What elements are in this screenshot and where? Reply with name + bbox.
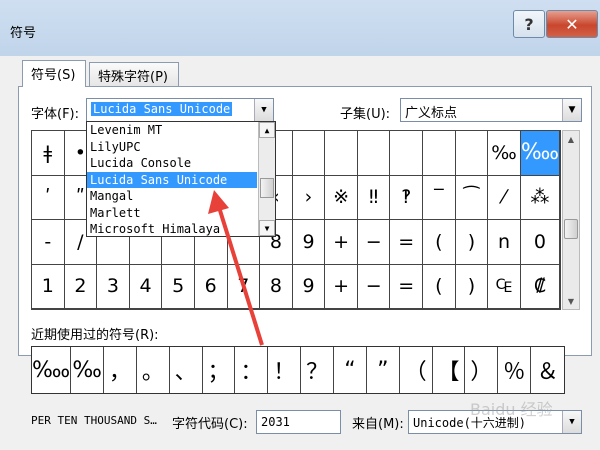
symbol-cell[interactable]: ₠ — [488, 264, 521, 309]
symbol-cell[interactable] — [325, 131, 358, 176]
symbol-cell[interactable]: 2 — [64, 264, 98, 309]
symbol-cell[interactable]: ₡ — [520, 264, 560, 309]
tab-special-characters[interactable]: 特殊字符(P) — [89, 62, 179, 87]
font-option[interactable]: Lucida Console — [87, 155, 257, 172]
symbol-cell[interactable]: ⁂ — [520, 175, 560, 220]
recent-symbols-label: 近期使用过的符号(R): — [31, 328, 159, 343]
symbol-grid-scrollbar[interactable]: ▲ ▼ — [562, 130, 580, 310]
character-name: PER TEN THOUSAND S… — [31, 414, 157, 427]
triangle-down-icon[interactable]: ▼ — [259, 220, 275, 236]
recent-symbol-cell[interactable]: ‰ — [71, 347, 105, 393]
tab-symbols[interactable]: 符号(S) — [22, 60, 86, 87]
recent-symbol-cell[interactable]: 。 — [137, 347, 170, 393]
recent-symbol-cell[interactable]: 、 — [170, 347, 203, 393]
recent-symbol-cell[interactable]: ＆ — [531, 347, 564, 393]
from-label: 来自(M): — [352, 417, 404, 432]
recent-symbol-cell[interactable]: ” — [367, 347, 400, 393]
subset-select-value: 广义标点 — [405, 106, 458, 121]
recent-symbol-cell[interactable]: ！ — [268, 347, 302, 393]
symbol-cell[interactable]: - — [32, 220, 65, 265]
triangle-down-icon[interactable]: ▼ — [563, 293, 579, 309]
symbol-cell[interactable]: 3 — [97, 264, 130, 309]
symbol-cell[interactable]: − — [357, 264, 391, 309]
recent-symbol-cell[interactable]: 【 — [433, 347, 466, 393]
symbol-cell[interactable]: ⁀ — [455, 175, 489, 220]
recent-symbol-cell[interactable]: ？ — [301, 347, 335, 393]
recent-symbol-cell[interactable]: “ — [334, 347, 367, 393]
close-button[interactable]: ✕ — [546, 10, 598, 38]
symbol-cell[interactable]: ‾ — [423, 175, 456, 220]
font-option[interactable]: Marlett — [87, 205, 257, 222]
font-dropdown-scrollbar[interactable]: ▲ ▼ — [258, 122, 275, 236]
recent-symbol-cell[interactable]: ％ — [498, 347, 532, 393]
font-dropdown-items: Levenim MT LilyUPC Lucida Console Lucida Sa… — [87, 122, 275, 238]
symbol-cell[interactable]: 7 — [227, 264, 261, 309]
font-dropdown-list[interactable]: Levenim MT LilyUPC Lucida Console Lucida Sa… — [86, 121, 276, 237]
symbol-cell[interactable]: ⁄ — [488, 175, 521, 220]
scrollbar-thumb[interactable] — [564, 219, 578, 239]
chevron-down-icon[interactable]: ▼ — [254, 99, 273, 121]
help-button[interactable]: ? — [513, 10, 545, 38]
font-select-value: Lucida Sans Unicode — [91, 102, 233, 116]
char-code-label: 字符代码(C): — [172, 417, 248, 432]
symbol-cell[interactable]: n — [488, 220, 521, 265]
font-select[interactable]: Lucida Sans Unicode ▼ — [86, 98, 274, 122]
symbol-cell[interactable]: 8 — [260, 264, 293, 309]
symbol-cell[interactable] — [455, 131, 489, 176]
symbol-cell[interactable]: = — [390, 220, 424, 265]
symbol-cell[interactable]: ※ — [325, 175, 358, 220]
dialog-title: 符号 — [10, 26, 37, 41]
symbol-cell[interactable]: ‼ — [357, 175, 391, 220]
subset-label: 子集(U): — [340, 107, 391, 122]
symbol-cell[interactable]: 4 — [129, 264, 163, 309]
symbol-cell[interactable]: + — [325, 220, 358, 265]
symbol-cell[interactable]: ) — [455, 220, 489, 265]
symbol-cell[interactable]: 9 — [292, 264, 326, 309]
symbol-cell[interactable]: ( — [423, 220, 456, 265]
symbol-cell[interactable]: 9 — [292, 220, 326, 265]
recent-symbol-cell[interactable]: ： — [235, 347, 269, 393]
chevron-down-icon[interactable]: ▼ — [562, 99, 581, 121]
recent-symbol-cell[interactable]: ‱ — [32, 347, 72, 393]
symbol-cell[interactable] — [423, 131, 456, 176]
symbol-cell[interactable]: 6 — [194, 264, 228, 309]
triangle-up-icon[interactable]: ▲ — [259, 122, 275, 138]
symbol-cell[interactable]: ǂ — [32, 131, 65, 176]
symbol-cell[interactable]: = — [390, 264, 424, 309]
font-option[interactable]: LilyUPC — [87, 139, 257, 156]
symbol-cell[interactable]: ( — [423, 264, 456, 309]
font-dropdown-scroll-thumb[interactable] — [260, 178, 274, 198]
watermark: Baidu 经验 — [470, 400, 553, 419]
font-option[interactable]: Levenim MT — [87, 122, 257, 139]
subset-select[interactable]: 广义标点 ▼ — [400, 98, 582, 122]
symbol-cell[interactable] — [292, 131, 326, 176]
recent-symbol-cell[interactable]: （ — [400, 347, 433, 393]
font-option[interactable]: Microsoft Himalaya — [87, 221, 257, 238]
symbol-cell[interactable]: › — [292, 175, 326, 220]
symbol-cell[interactable]: ‽ — [390, 175, 424, 220]
symbol-cell[interactable]: 0 — [520, 220, 560, 265]
recent-symbol-cell[interactable]: ， — [104, 347, 137, 393]
font-label: 字体(F): — [31, 107, 80, 122]
recent-symbols-grid: ‱ ‰，。、；：！？ “” （【）％＆ — [31, 346, 565, 394]
symbol-cell[interactable]: ) — [455, 264, 489, 309]
recent-symbol-cell[interactable]: ； — [203, 347, 236, 393]
symbol-cell[interactable]: ‰ — [488, 131, 521, 176]
triangle-up-icon[interactable]: ▲ — [563, 131, 579, 147]
symbol-dialog: 符号 ? ✕ 符号(S) 特殊字符(P) 字体(F): Lucida Sans … — [0, 0, 600, 450]
symbol-cell[interactable]: + — [325, 264, 358, 309]
symbol-cell[interactable] — [390, 131, 424, 176]
symbol-cell[interactable]: − — [357, 220, 391, 265]
font-option[interactable]: Lucida Sans Unicode — [87, 171, 257, 188]
char-code-input[interactable] — [256, 410, 341, 434]
symbol-cell[interactable]: ʹ — [32, 175, 65, 220]
chevron-down-icon[interactable]: ▼ — [562, 411, 581, 433]
symbol-cell[interactable]: ‱ — [520, 131, 560, 176]
recent-symbol-cell[interactable]: ） — [465, 347, 499, 393]
font-option[interactable]: Mangal — [87, 188, 257, 205]
symbol-cell[interactable]: 5 — [162, 264, 195, 309]
symbol-cell[interactable] — [357, 131, 391, 176]
title-bar[interactable]: 符号 ? ✕ — [0, 0, 600, 56]
symbol-cell[interactable]: 1 — [32, 264, 65, 309]
